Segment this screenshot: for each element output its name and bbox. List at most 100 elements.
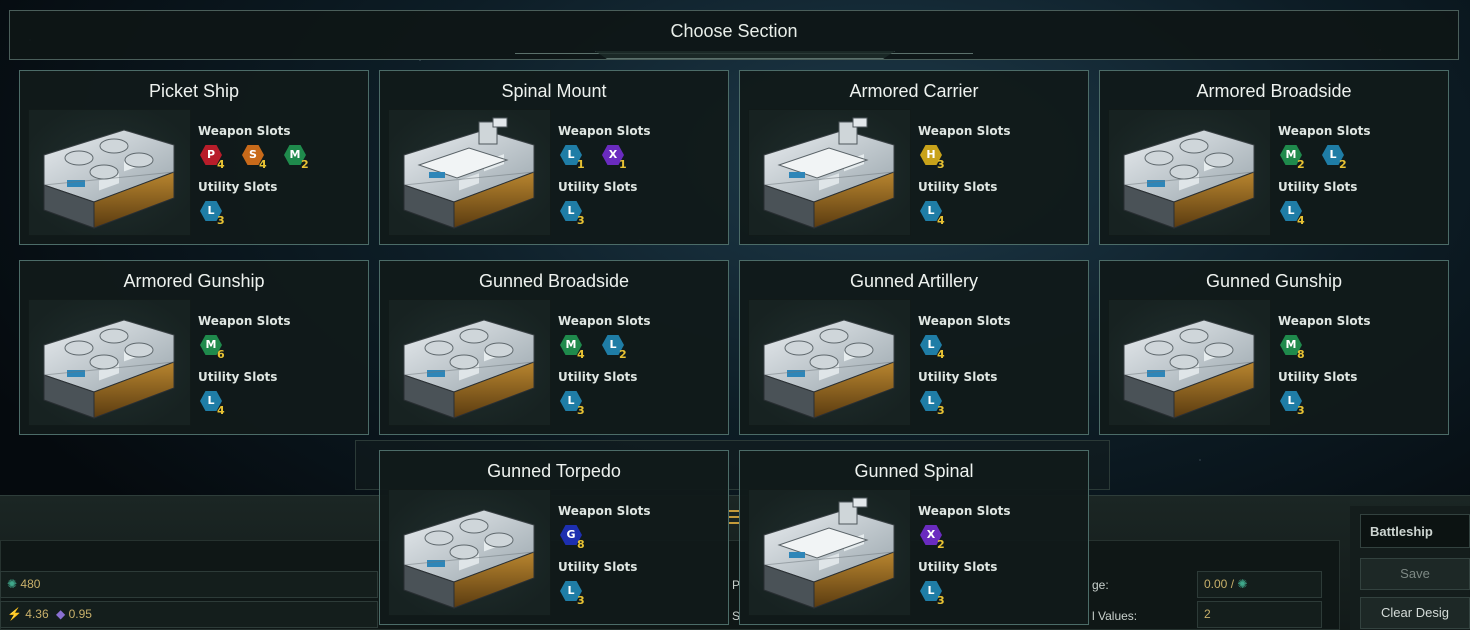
section-title: Gunned Torpedo [487, 461, 621, 481]
weapons-slot-row: M8 [1280, 335, 1310, 363]
slot-count: 4 [1297, 214, 1305, 227]
weapons-slot: L2 [1322, 145, 1352, 173]
slot-count: 2 [1339, 158, 1347, 171]
design-class-field[interactable]: Battleship [1360, 514, 1470, 548]
slot-count: 2 [619, 348, 627, 361]
weapon-slots-heading: Weapon Slots [918, 314, 1011, 328]
section-card[interactable]: Armored Gunship Weapon Slots M 6 Utility Sl… [19, 260, 369, 435]
slot-count: 4 [217, 158, 225, 171]
ship-section-image [388, 109, 551, 236]
ship-section-image [1108, 299, 1271, 426]
section-card[interactable]: Picket Ship Weapon Slots P 4 S 4 M 2 Utility Sl… [19, 70, 369, 245]
section-card[interactable]: Gunned Artillery Weapon Slots L 4 Utility S… [739, 260, 1089, 435]
utility-slots-heading: Utility Slots [1278, 370, 1358, 384]
section-card[interactable]: Gunned Spinal Weapon Slots X 2 Utility Slot… [739, 450, 1089, 625]
weapon-slots-heading: Weapon Slots [558, 504, 651, 518]
utility-slot: L3 [920, 391, 950, 419]
obscured-label-ge: ge: [1092, 578, 1109, 592]
ship-section-image [748, 299, 911, 426]
section-title: Picket Ship [148, 81, 240, 101]
weapons-slot: X2 [920, 525, 950, 553]
ship-section-image [388, 489, 551, 616]
utility-slot-row: L3 [560, 581, 590, 609]
utility-slot-row: L3 [560, 391, 590, 419]
slot-count: 4 [937, 214, 945, 227]
utility-slots-heading: Utility Slots [918, 180, 998, 194]
utility-slot: L4 [1280, 201, 1310, 229]
weapon-slots-heading: Weapon Slots [558, 314, 651, 328]
section-card[interactable]: Gunned Torpedo Weapon Slots G 8 Utility Slo… [379, 450, 729, 625]
utility-slot: L4 [920, 201, 950, 229]
weapons-slot-row: M6 [200, 335, 230, 363]
utility-slots-heading: Utility Slots [198, 370, 278, 384]
slot-count: 3 [577, 404, 585, 417]
utility-slots-heading: Utility Slots [918, 370, 998, 384]
stat-field-1: ✺ 480 [0, 571, 378, 598]
slot-count: 4 [217, 404, 225, 417]
slot-count: 3 [217, 214, 225, 227]
weapons-slot-row: M2 L2 [1280, 145, 1352, 173]
obscured-label-values: l Values: [1092, 609, 1138, 623]
slot-count: 8 [1297, 348, 1305, 361]
page-title: Choose Section [670, 21, 798, 41]
weapons-slot: M6 [200, 335, 230, 363]
weapons-slot-row: X2 [920, 525, 950, 553]
slot-count: 2 [1297, 158, 1305, 171]
utility-slot-row: L3 [920, 391, 950, 419]
ship-section-image [748, 489, 911, 616]
weapon-slots-heading: Weapon Slots [918, 124, 1011, 138]
weapons-slot: M2 [284, 145, 314, 173]
utility-slots-heading: Utility Slots [558, 560, 638, 574]
weapons-slot: L2 [602, 335, 632, 363]
save-button[interactable]: Save [1360, 558, 1470, 590]
weapons-slot: L1 [560, 145, 590, 173]
slot-count: 3 [577, 214, 585, 227]
weapons-slot: P4 [200, 145, 230, 173]
clear-design-button[interactable]: Clear Desig [1360, 597, 1470, 629]
utility-slot-row: L4 [1280, 201, 1310, 229]
slot-count: 3 [937, 594, 945, 607]
slot-count: 2 [301, 158, 309, 171]
weapons-slot-row: L1 X1 [560, 145, 632, 173]
section-title: Gunned Artillery [849, 271, 979, 291]
weapons-slot-row: G8 [560, 525, 590, 553]
section-card[interactable]: Armored Broadside Weapon Slots M 2 L 2 Utilit… [1099, 70, 1449, 245]
utility-slots-heading: Utility Slots [558, 180, 638, 194]
weapons-slot-row: M4 L2 [560, 335, 632, 363]
header-notch [595, 51, 895, 59]
slot-count: 3 [937, 158, 945, 171]
stat-field-2: ⚡ 4.36 ◆ 0.95 [0, 601, 378, 628]
utility-slot: L3 [1280, 391, 1310, 419]
weapon-slots-heading: Weapon Slots [1278, 314, 1371, 328]
weapons-slot: S4 [242, 145, 272, 173]
weapons-slot-row: H3 [920, 145, 950, 173]
utility-slots-heading: Utility Slots [198, 180, 278, 194]
utility-slot-row: L3 [200, 201, 230, 229]
weapons-slot: M8 [1280, 335, 1310, 363]
weapons-slot: M4 [560, 335, 590, 363]
research-icon: ✺ [1237, 577, 1248, 591]
section-title: Armored Gunship [123, 271, 265, 291]
choose-section-header: Choose Section [9, 10, 1459, 60]
stat-value-1: 480 [20, 577, 41, 591]
section-card[interactable]: Gunned Broadside Weapon Slots M 4 L 2 Utility… [379, 260, 729, 435]
utility-slot: L3 [560, 201, 590, 229]
section-card[interactable]: Gunned Gunship Weapon Slots M 8 Utility Slo… [1099, 260, 1449, 435]
slot-count: 4 [577, 348, 585, 361]
stat-value-2: 4.36 [25, 607, 49, 621]
slot-count: 3 [1297, 404, 1305, 417]
utility-slot-row: L3 [560, 201, 590, 229]
section-card[interactable]: Armored Carrier Weapon Slots H 3 Utility Sl… [739, 70, 1089, 245]
weapons-slot-row: P4 S4 M2 [200, 145, 314, 173]
value-field-2: 2 [1197, 601, 1322, 628]
section-title: Gunned Spinal [854, 461, 974, 481]
section-card[interactable]: Spinal Mount Weapon Slots L 1 X 1 Utility Slo… [379, 70, 729, 245]
section-title: Armored Carrier [849, 81, 979, 101]
slot-count: 4 [937, 348, 945, 361]
utility-slot-row: L3 [1280, 391, 1310, 419]
slot-count: 1 [577, 158, 585, 171]
slot-count: 2 [937, 538, 945, 551]
slot-count: 6 [217, 348, 225, 361]
utility-slot: L3 [200, 201, 230, 229]
utility-slots-heading: Utility Slots [1278, 180, 1358, 194]
